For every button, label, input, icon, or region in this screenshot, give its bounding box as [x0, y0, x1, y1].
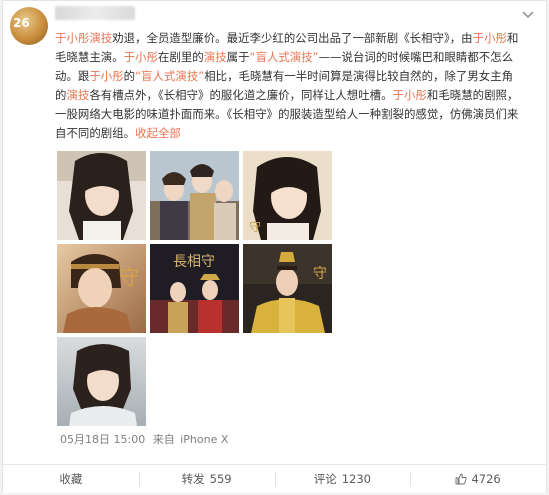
svg-text:守: 守 [313, 266, 327, 282]
comment-label: 评论 [313, 472, 337, 486]
post-text-body: 于小彤演技劝退，全员造型廉价。最近李少红的公司出品了一部新剧《长相守》，由于小彤… [55, 31, 518, 140]
topic-link[interactable]: 于小彤 [393, 88, 427, 102]
favorite-label: 收藏 [59, 472, 83, 486]
post-time[interactable]: 05月18日 15:00 [60, 433, 145, 446]
weibo-post-card: 26 于小彤演技劝退，全员造型廉价。最近李少红的公司出品了一部新剧《长相守》，由… [2, 0, 547, 493]
photo-thumbnail[interactable]: 守 [243, 151, 332, 240]
svg-text:守: 守 [249, 220, 261, 234]
repost-count: 559 [209, 472, 232, 486]
comment-count: 1230 [341, 472, 372, 486]
topic-link[interactable]: 演技 [204, 50, 227, 64]
post-text: 于小彤演技劝退，全员造型廉价。最近李少红的公司出品了一部新剧《长相守》，由于小彤… [55, 29, 521, 143]
post-source[interactable]: iPhone X [180, 433, 228, 446]
svg-text:長相守: 長相守 [173, 254, 215, 270]
like-button[interactable]: 4726 [410, 465, 546, 493]
post-text-segment: 属于 [226, 50, 250, 64]
post-text-segment: 在剧里的 [157, 50, 204, 64]
topic-link[interactable]: 演技 [66, 88, 89, 102]
collapse-link[interactable]: 收起全部 [135, 126, 181, 140]
photo-thumbnail[interactable] [57, 337, 146, 426]
thumbs-up-icon [456, 473, 468, 485]
avatar[interactable]: 26 [10, 7, 48, 45]
topic-link[interactable]: 于小彤 [124, 50, 158, 64]
repost-button[interactable]: 转发 559 [138, 465, 275, 493]
photo-thumbnail[interactable]: 長相守 [150, 244, 239, 333]
post-text-segment: 的 [123, 69, 136, 83]
topic-link[interactable]: “盲人式演技” [135, 69, 204, 83]
post-text-segment: 劝退，全员造型廉价。最近李少红的公司出品了一部新剧《长相守》，由 [112, 31, 473, 45]
photo-thumbnail[interactable]: 守 [57, 244, 146, 333]
photo-thumbnail[interactable] [57, 151, 146, 240]
favorite-button[interactable]: 收藏 [3, 465, 139, 493]
avatar-badge-text: 26 [13, 16, 30, 30]
topic-link[interactable]: “盲人式演技” [250, 50, 319, 64]
photo-thumbnail[interactable]: 守 [243, 244, 332, 333]
chevron-down-icon[interactable] [520, 9, 536, 21]
topic-link[interactable]: 于小彤演技 [55, 31, 112, 45]
source-prefix: 来自 [152, 433, 175, 446]
action-bar: 收藏 转发 559 评论 1230 4726 [3, 464, 546, 493]
svg-text:守: 守 [119, 265, 139, 289]
topic-link[interactable]: 于小彤 [473, 31, 507, 45]
post-meta: 05月18日 15:00 来自 iPhone X [60, 431, 228, 447]
photo-thumbnail[interactable] [150, 151, 239, 240]
like-count: 4726 [471, 472, 501, 486]
username-blurred[interactable] [55, 6, 135, 20]
topic-link[interactable]: 于小彤 [89, 69, 123, 83]
repost-label: 转发 [181, 472, 205, 486]
post-text-segment: 各有槽点外，《长相守》的服化道之廉价，同样让人想吐槽。 [89, 88, 393, 102]
comment-button[interactable]: 评论 1230 [274, 465, 411, 493]
